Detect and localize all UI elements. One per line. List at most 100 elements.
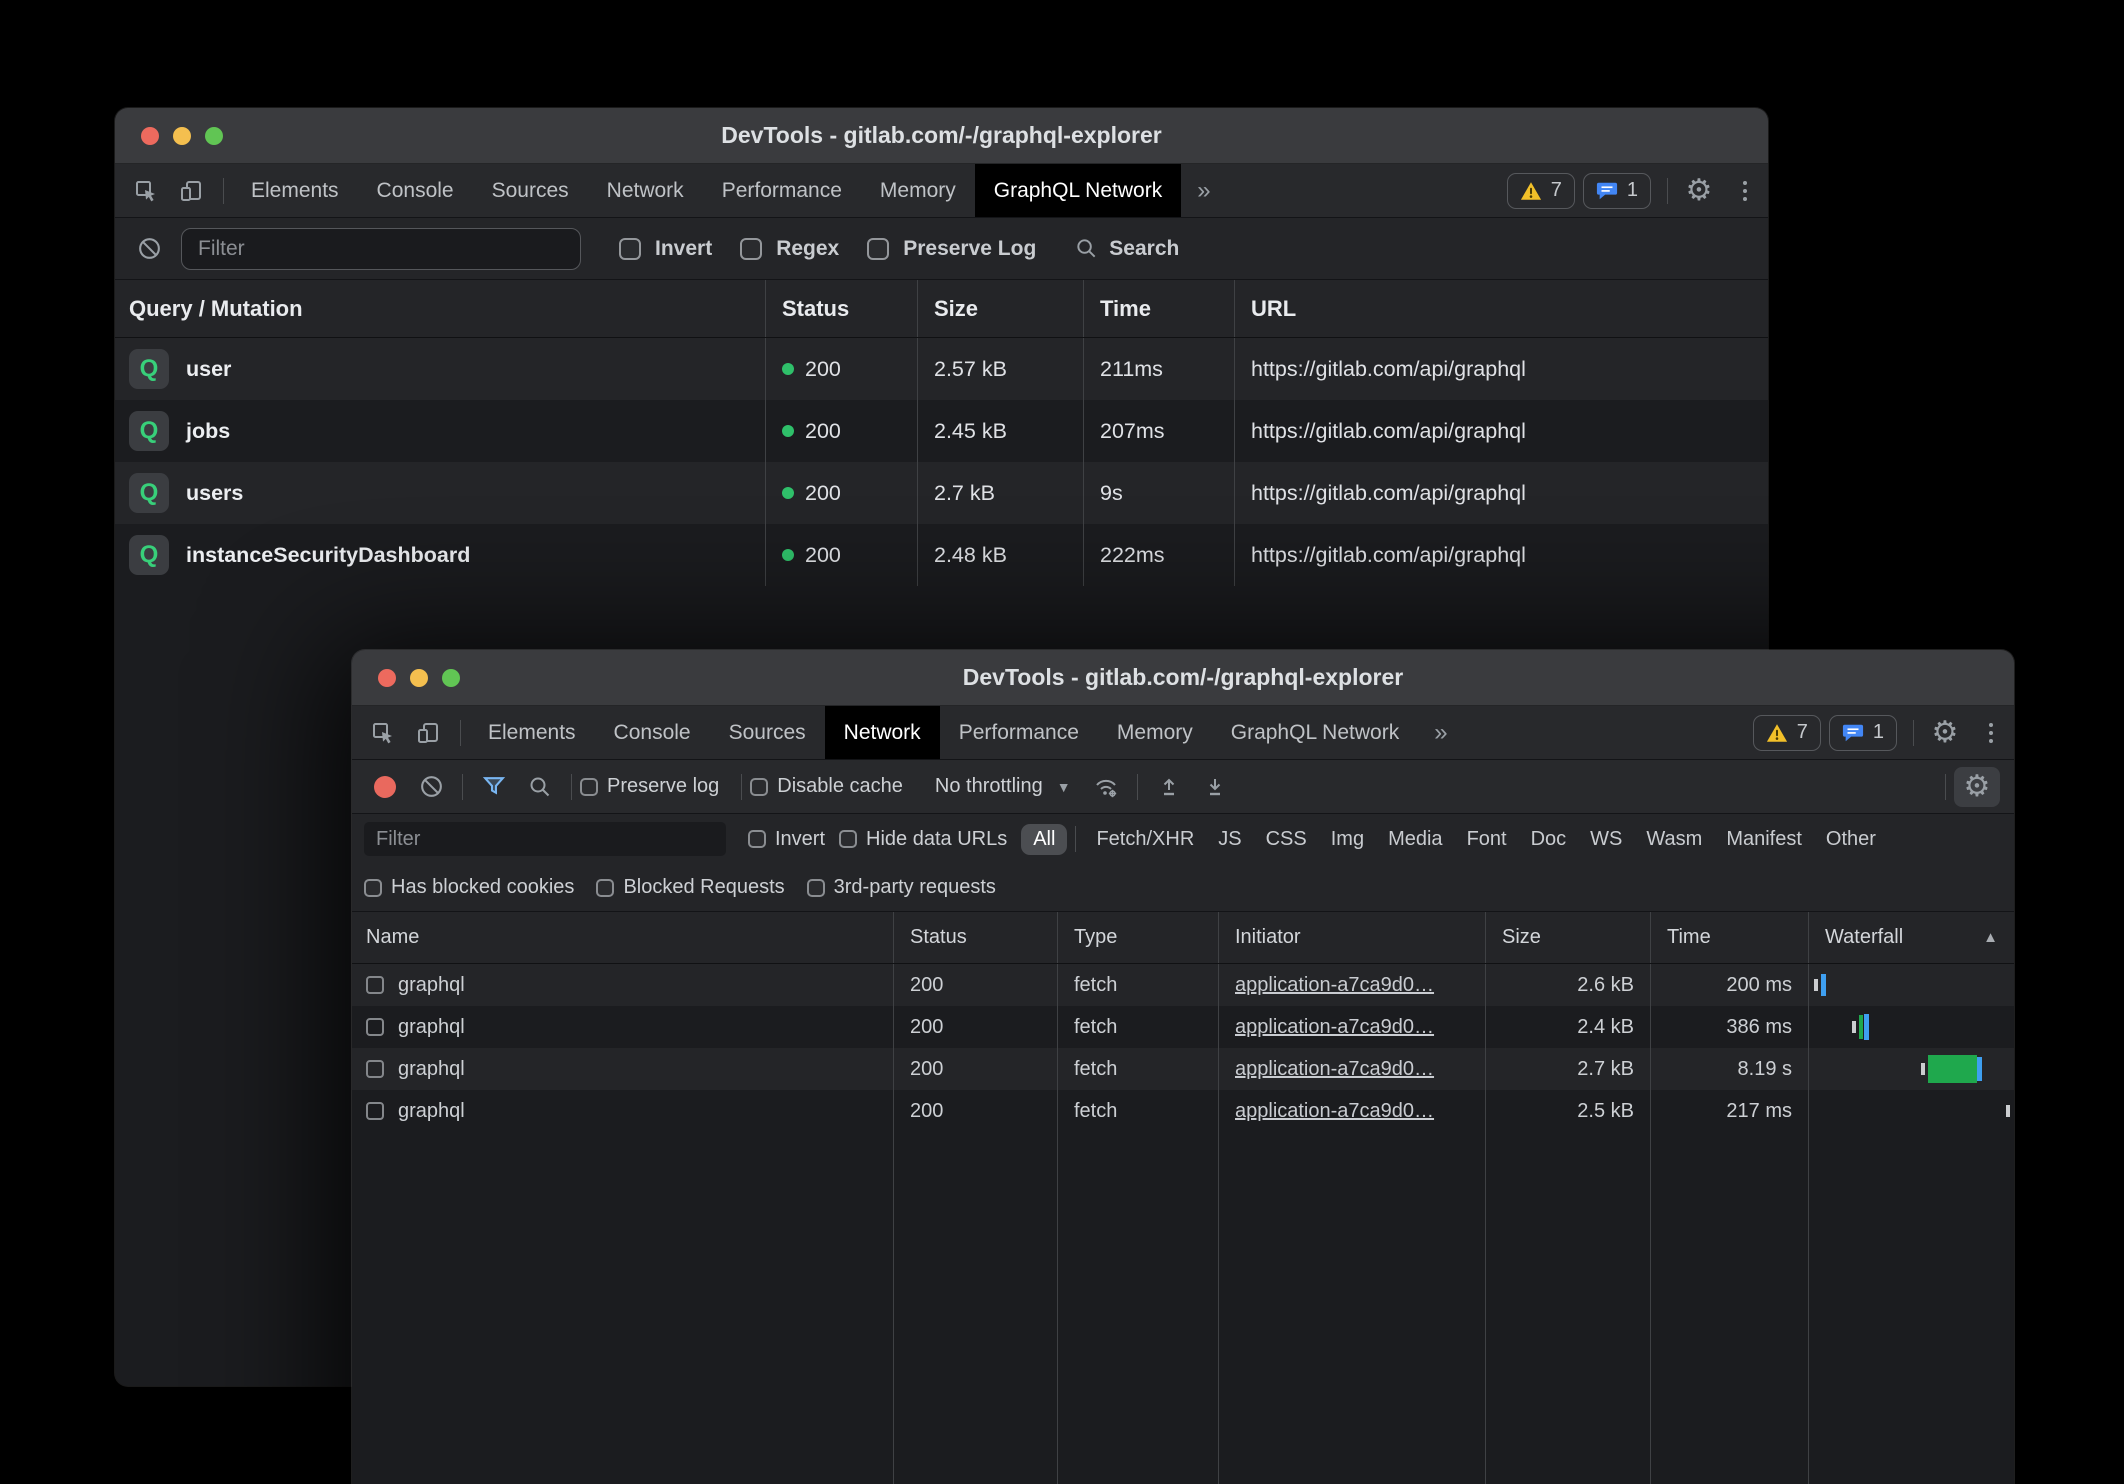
disable-cache-checkbox[interactable] [750,778,768,796]
graphql-request-row[interactable]: QinstanceSecurityDashboard2002.48 kB222m… [115,524,1768,586]
column-header-name[interactable]: Name [352,912,893,963]
clear-icon[interactable] [408,773,454,800]
filter-chip-fetch-xhr[interactable]: Fetch/XHR [1084,824,1206,855]
throttling-select[interactable]: No throttling [935,775,1043,798]
chevron-down-icon[interactable]: ▼ [1057,779,1071,795]
column-header-type[interactable]: Type [1057,912,1218,963]
inspect-element-icon[interactable] [123,164,169,217]
filter-chip-wasm[interactable]: Wasm [1634,824,1714,855]
filter-chip-img[interactable]: Img [1319,824,1376,855]
tab-network[interactable]: Network [825,706,940,759]
tab-console[interactable]: Console [595,706,710,759]
row-checkbox[interactable] [366,1102,384,1120]
blocked-requests-checkbox[interactable] [596,879,614,897]
tab-performance[interactable]: Performance [703,164,861,217]
hide-data-urls-checkbox[interactable] [839,830,857,848]
invert-checkbox[interactable] [748,830,766,848]
network-request-row[interactable]: graphql200fetchapplication-a7ca9d0…2.6 k… [352,964,2014,1006]
graphql-request-row[interactable]: Quser2002.57 kB211mshttps://gitlab.com/a… [115,338,1768,400]
tab-network[interactable]: Network [588,164,703,217]
window-titlebar[interactable]: DevTools - gitlab.com/-/graphql-explorer [115,108,1768,164]
column-header-url[interactable]: URL [1234,280,1768,337]
graphql-request-row[interactable]: Qjobs2002.45 kB207mshttps://gitlab.com/a… [115,400,1768,462]
tab-memory[interactable]: Memory [1098,706,1212,759]
filter-chip-css[interactable]: CSS [1254,824,1319,855]
minimize-window-button[interactable] [410,669,428,687]
zoom-window-button[interactable] [442,669,460,687]
search-icon[interactable] [517,774,563,800]
graphql-request-row[interactable]: Qusers2002.7 kB9shttps://gitlab.com/api/… [115,462,1768,524]
initiator-link[interactable]: application-a7ca9d0… [1235,1100,1434,1123]
preserve-log-label[interactable]: Preserve log [607,775,719,798]
filter-input[interactable] [364,822,726,856]
device-toolbar-icon[interactable] [169,164,215,217]
preserve-log-checkbox[interactable] [580,778,598,796]
has-blocked-cookies-label[interactable]: Has blocked cookies [391,876,574,899]
hide-data-urls-label[interactable]: Hide data URLs [866,828,1007,851]
regex-label[interactable]: Regex [776,237,839,261]
column-header-waterfall[interactable]: Waterfall▲ [1808,912,2014,963]
tab-graphql-network[interactable]: GraphQL Network [1212,706,1418,759]
initiator-link[interactable]: application-a7ca9d0… [1235,1058,1434,1081]
column-header-time[interactable]: Time [1650,912,1808,963]
tab-sources[interactable]: Sources [473,164,588,217]
tab-console[interactable]: Console [358,164,473,217]
column-header-status[interactable]: Status [893,912,1057,963]
invert-label[interactable]: Invert [655,237,712,261]
inspect-element-icon[interactable] [360,706,406,759]
kebab-menu-icon[interactable] [1968,706,2014,759]
network-request-row[interactable]: graphql200fetchapplication-a7ca9d0…2.5 k… [352,1090,2014,1132]
initiator-link[interactable]: application-a7ca9d0… [1235,974,1434,997]
row-checkbox[interactable] [366,1018,384,1036]
blocked-requests-label[interactable]: Blocked Requests [623,876,784,899]
column-header-initiator[interactable]: Initiator [1218,912,1485,963]
search-button[interactable]: Search [1074,236,1179,261]
regex-checkbox[interactable] [740,238,762,260]
has-blocked-cookies-checkbox[interactable] [364,879,382,897]
close-window-button[interactable] [378,669,396,687]
column-header-query-mutation[interactable]: Query / Mutation [115,280,765,337]
row-checkbox[interactable] [366,976,384,994]
invert-label[interactable]: Invert [775,828,825,851]
filter-chip-ws[interactable]: WS [1578,824,1634,855]
initiator-link[interactable]: application-a7ca9d0… [1235,1016,1434,1039]
tab-elements[interactable]: Elements [232,164,358,217]
filter-chip-js[interactable]: JS [1206,824,1253,855]
import-har-icon[interactable] [1146,774,1192,800]
settings-gear-icon[interactable]: ⚙ [1922,706,1968,759]
issues-badge[interactable]: 1 [1583,173,1651,209]
filter-chip-doc[interactable]: Doc [1519,824,1579,855]
column-header-size[interactable]: Size [917,280,1083,337]
minimize-window-button[interactable] [173,127,191,145]
filter-chip-font[interactable]: Font [1455,824,1519,855]
warnings-badge[interactable]: 7 [1507,173,1575,209]
tab-performance[interactable]: Performance [940,706,1098,759]
filter-funnel-icon[interactable] [471,773,517,800]
filter-chip-manifest[interactable]: Manifest [1714,824,1814,855]
clear-icon[interactable] [131,235,167,262]
invert-checkbox[interactable] [619,238,641,260]
tab-graphql-network[interactable]: GraphQL Network [975,164,1181,217]
close-window-button[interactable] [141,127,159,145]
export-har-icon[interactable] [1192,774,1238,800]
tab-elements[interactable]: Elements [469,706,595,759]
tab-sources[interactable]: Sources [710,706,825,759]
column-header-size[interactable]: Size [1485,912,1650,963]
preserve-log-checkbox[interactable] [867,238,889,260]
filter-chip-all[interactable]: All [1021,824,1067,855]
3rd-party-requests-checkbox[interactable] [807,879,825,897]
network-conditions-icon[interactable] [1083,773,1129,801]
column-header-status[interactable]: Status [765,280,917,337]
more-tabs-button[interactable]: » [1181,164,1226,217]
filter-chip-other[interactable]: Other [1814,824,1888,855]
device-toolbar-icon[interactable] [406,706,452,759]
network-settings-gear-button[interactable]: ⚙ [1954,767,2000,807]
column-header-time[interactable]: Time [1083,280,1234,337]
kebab-menu-icon[interactable] [1722,164,1768,217]
row-checkbox[interactable] [366,1060,384,1078]
network-request-row[interactable]: graphql200fetchapplication-a7ca9d0…2.4 k… [352,1006,2014,1048]
settings-gear-icon[interactable]: ⚙ [1676,164,1722,217]
more-tabs-button[interactable]: » [1418,706,1463,759]
3rd-party-requests-label[interactable]: 3rd-party requests [834,876,996,899]
filter-input[interactable] [181,228,581,270]
